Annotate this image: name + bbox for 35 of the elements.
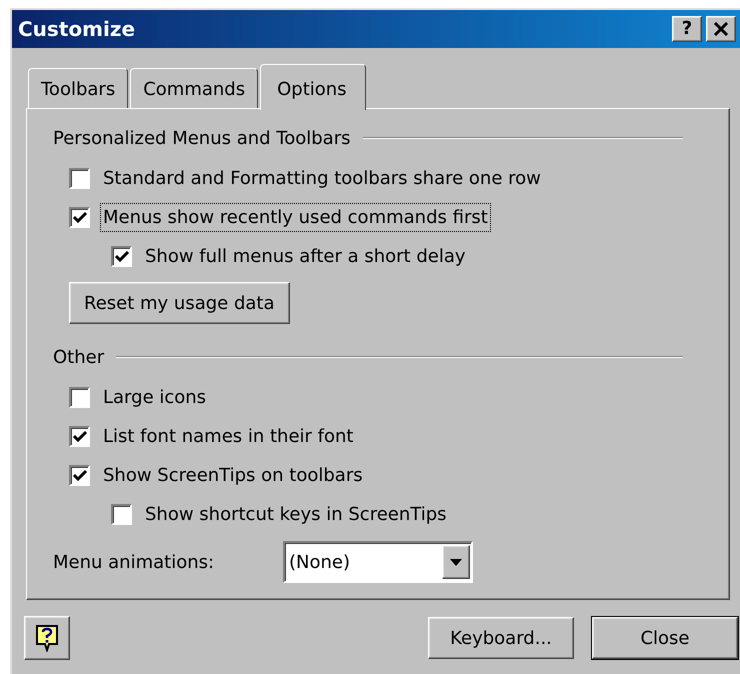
dropdown-field[interactable]: (None) [283, 541, 473, 583]
help-icon [35, 624, 59, 652]
checkbox-label[interactable]: Show ScreenTips on toolbars [100, 461, 366, 490]
checkbox-label[interactable]: Standard and Formatting toolbars share one row [100, 164, 544, 193]
tab[interactable]: Commands [130, 68, 258, 108]
checkbox-label[interactable]: Show shortcut keys in ScreenTips [142, 500, 450, 529]
checkbox[interactable] [69, 387, 90, 408]
close-icon [713, 22, 729, 36]
checkbox-label[interactable]: List font names in their font [100, 422, 356, 451]
window-title: Customize [18, 16, 136, 43]
checkbox[interactable] [111, 504, 132, 525]
checkbox-label[interactable]: Large icons [100, 383, 210, 412]
checkbox-label[interactable]: Show full menus after a short delay [142, 242, 469, 271]
checkbox[interactable] [69, 168, 90, 189]
checkbox[interactable] [69, 465, 90, 486]
dialog-button[interactable]: Keyboard... [428, 617, 574, 659]
help-button[interactable]: ? [672, 16, 702, 42]
dialog-button[interactable]: Close [592, 617, 738, 659]
checkbox[interactable] [111, 246, 132, 267]
checkmark-icon [72, 211, 86, 224]
checkmark-icon [114, 250, 128, 263]
section-heading: Other [53, 346, 104, 370]
checkmark-icon [72, 430, 86, 443]
section-heading: Personalized Menus and Toolbars [53, 126, 350, 150]
checkbox[interactable] [69, 207, 90, 228]
tab[interactable]: Options [260, 64, 366, 110]
reset-button[interactable]: Reset my usage data [69, 282, 290, 324]
checkmark-icon [72, 469, 86, 482]
dropdown-value: (None) [289, 550, 350, 574]
checkbox[interactable] [69, 426, 90, 447]
tab[interactable]: Toolbars [28, 68, 128, 108]
field-label: Menu animations: [53, 550, 216, 574]
close-button[interactable] [706, 16, 736, 42]
help-button[interactable] [24, 616, 70, 660]
checkbox-label[interactable]: Menus show recently used commands first [100, 203, 491, 232]
